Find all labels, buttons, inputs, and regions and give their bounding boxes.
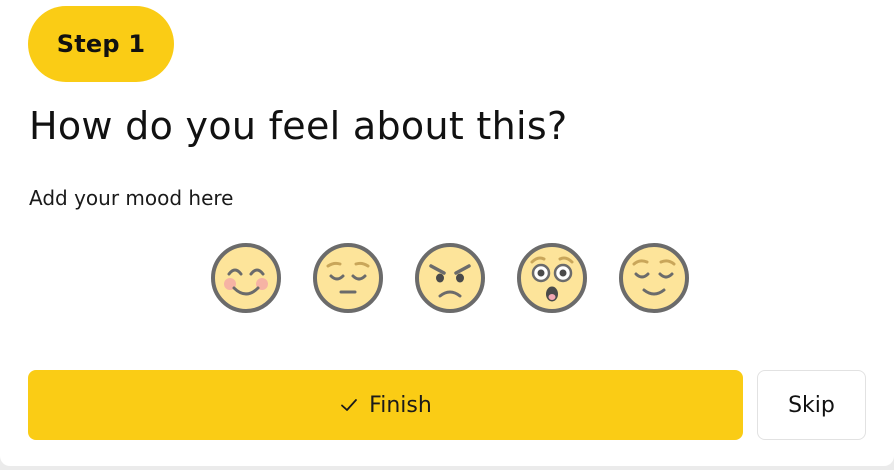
shocked-face-icon (517, 243, 587, 313)
mood-selector (210, 242, 690, 314)
mood-option-happy[interactable] (210, 242, 282, 314)
mood-option-sad[interactable] (312, 242, 384, 314)
step-badge: Step 1 (28, 6, 174, 82)
mood-option-angry[interactable] (414, 242, 486, 314)
finish-button[interactable]: Finish (28, 370, 743, 440)
sad-pensive-face-icon (313, 243, 383, 313)
mood-card: Step 1 How do you feel about this? Add y… (0, 0, 894, 466)
relieved-smiling-face-icon (619, 243, 689, 313)
question-title: How do you feel about this? (29, 104, 568, 148)
check-icon (341, 399, 358, 411)
mood-option-shocked[interactable] (516, 242, 588, 314)
question-subtitle: Add your mood here (29, 186, 234, 210)
happy-blushing-face-icon (211, 243, 281, 313)
finish-button-label: Finish (369, 392, 432, 418)
mood-option-relieved[interactable] (618, 242, 690, 314)
angry-face-icon (415, 243, 485, 313)
skip-button[interactable]: Skip (757, 370, 866, 440)
